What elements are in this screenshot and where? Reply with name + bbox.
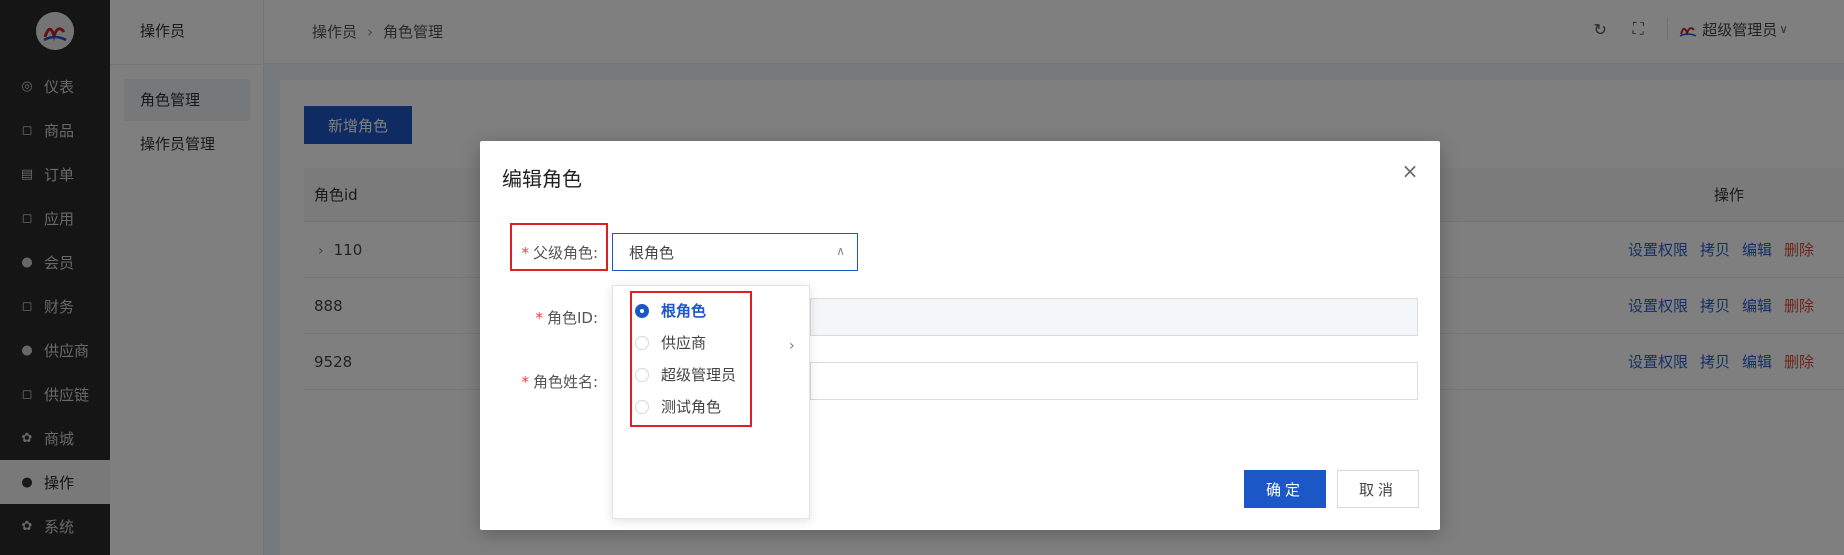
parent-role-label-text: 父级角色: [532, 244, 598, 262]
parent-role-select[interactable]: 根角色 ∧ [612, 233, 858, 271]
role-id-label: * 角色ID: [535, 309, 598, 327]
dialog-title: 编辑角色 [502, 167, 582, 191]
role-id-label-text: 角色ID: [546, 309, 598, 327]
role-id-input[interactable] [810, 298, 1418, 336]
chevron-right-icon[interactable]: › [789, 338, 795, 354]
parent-role-label: * 父级角色: [521, 244, 598, 262]
confirm-button[interactable]: 确定 [1244, 470, 1326, 508]
role-name-input[interactable] [810, 362, 1418, 400]
role-name-label: * 角色姓名: [521, 373, 598, 391]
role-name-label-text: 角色姓名: [532, 373, 598, 391]
annotation-highlight [630, 291, 752, 427]
cancel-button[interactable]: 取消 [1337, 470, 1419, 508]
parent-role-value: 根角色 [629, 243, 675, 262]
chevron-up-icon: ∧ [836, 244, 845, 258]
close-icon[interactable]: × [1400, 161, 1420, 181]
edit-role-dialog: 编辑角色 × * 父级角色: 根角色 ∧ * 角色ID: * 角色姓名: 根角色 供应… [480, 141, 1440, 530]
